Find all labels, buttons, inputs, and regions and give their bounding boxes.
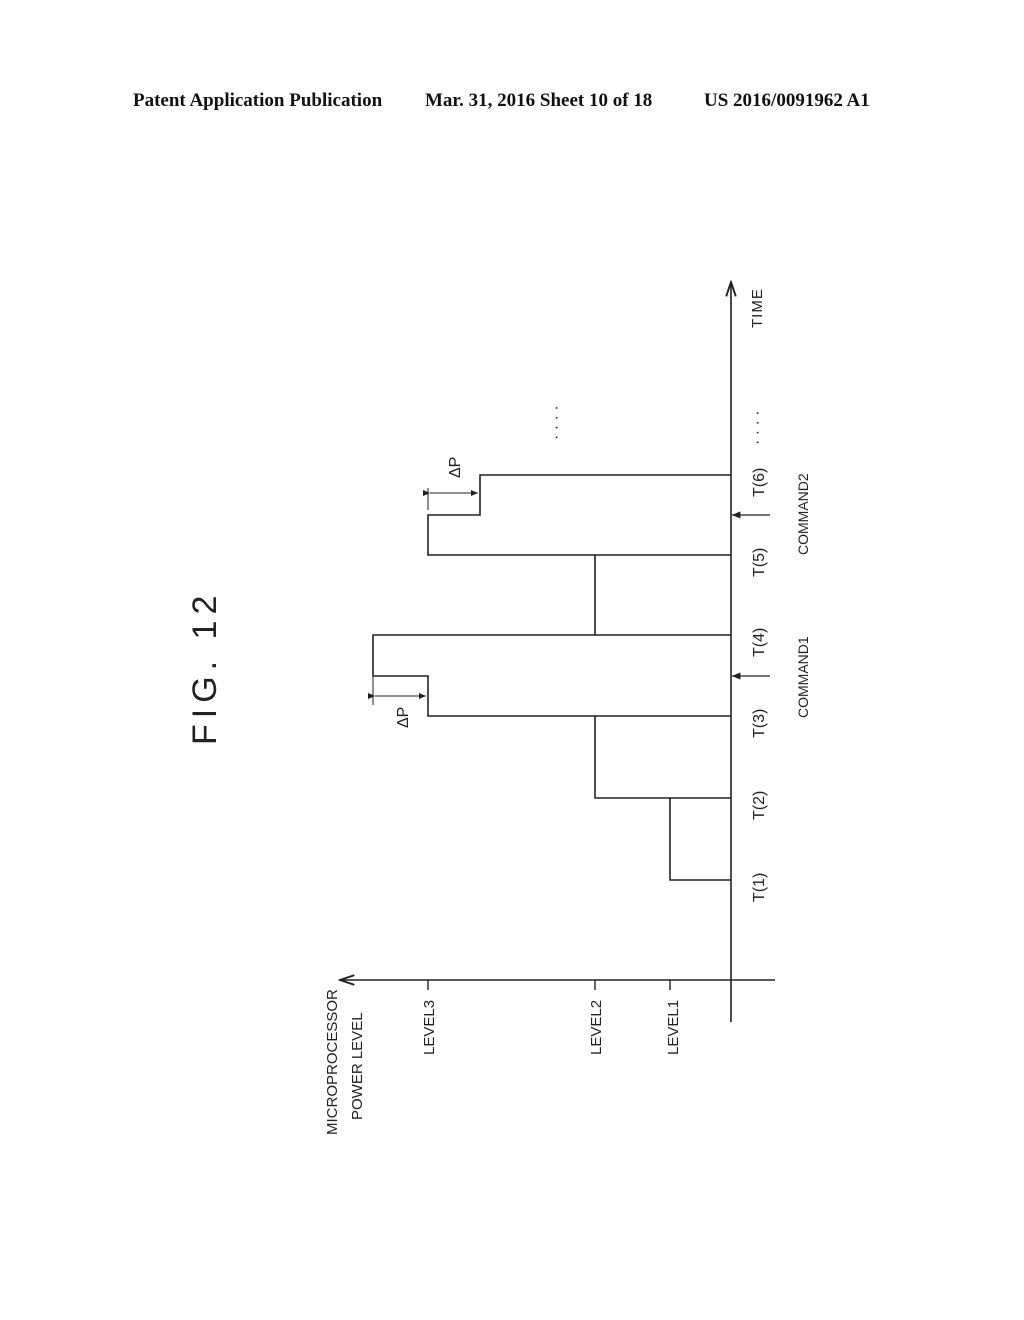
time-label-t6: T(6) <box>751 468 768 497</box>
delta-p-annotation-2 <box>423 488 478 510</box>
level2-label: LEVEL2 <box>588 1000 605 1055</box>
time-label-t4: T(4) <box>751 628 768 657</box>
time-label-t2: T(2) <box>751 791 768 820</box>
segment-t1-t2 <box>669 797 731 881</box>
ellipsis-waveform: · · · · <box>548 405 565 440</box>
delta-p-label-2: ΔP <box>447 457 464 478</box>
segment-t3-t4 <box>372 634 731 717</box>
y-axis-label-line1: MICROPROCESSOR <box>324 989 341 1135</box>
figure-title: FIG. 12 <box>186 590 224 745</box>
delta-p-label-1: ΔP <box>395 707 412 728</box>
level1-label: LEVEL1 <box>665 1000 682 1055</box>
time-label-t1: T(1) <box>751 873 768 902</box>
command2-label: COMMAND2 <box>795 473 811 555</box>
delta-p-annotation-1 <box>368 676 426 705</box>
x-axis-label: TIME <box>749 288 766 328</box>
figure-diagram: FIG. 12 MICROPROCESSOR POWER LEVEL LEVEL… <box>186 0 811 1135</box>
power-waveform <box>372 474 731 881</box>
segment-t5-t6 <box>427 474 731 556</box>
ellipsis-axis: · · · · <box>749 410 766 445</box>
time-label-t5: T(5) <box>751 548 768 577</box>
time-label-t3: T(3) <box>751 709 768 738</box>
level3-label: LEVEL3 <box>421 1000 438 1055</box>
segment-t4-t5 <box>594 554 731 635</box>
command1-label: COMMAND1 <box>795 636 811 718</box>
segment-t2-t3 <box>594 715 731 799</box>
y-axis-label-line2: POWER LEVEL <box>349 1012 366 1120</box>
